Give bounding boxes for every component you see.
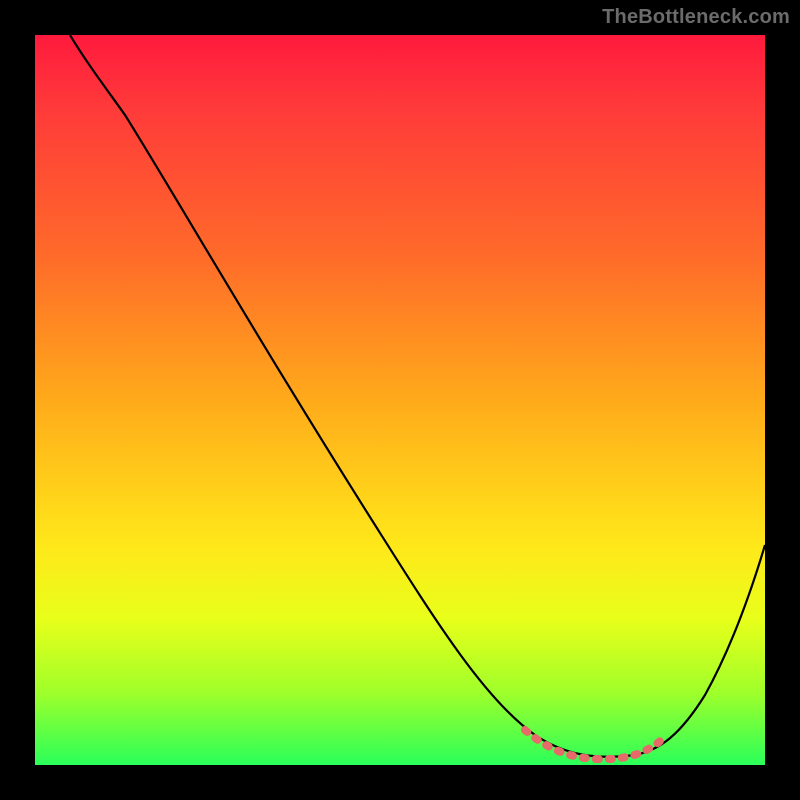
curve-svg	[35, 35, 765, 765]
chart-frame: TheBottleneck.com	[0, 0, 800, 800]
plot-area	[35, 35, 765, 765]
watermark-text: TheBottleneck.com	[602, 6, 790, 29]
pink-band	[525, 730, 665, 759]
black-curve	[70, 35, 765, 757]
